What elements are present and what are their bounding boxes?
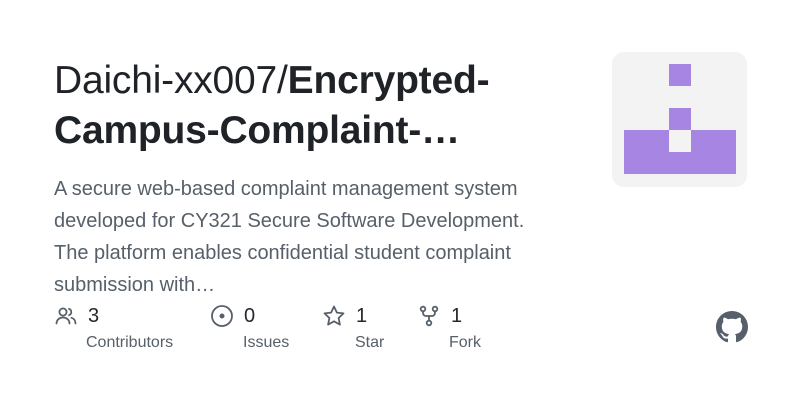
forks-label: Fork: [449, 334, 481, 351]
repo-owner[interactable]: Daichi-xx007/: [54, 59, 288, 102]
issue-opened-icon: [210, 304, 234, 328]
people-icon: [54, 304, 78, 328]
stars-count: 1: [356, 304, 368, 327]
stat-contributors[interactable]: 3 Contributors: [54, 300, 173, 351]
repo-description: A secure web-based complaint management …: [54, 178, 525, 296]
github-logo-icon[interactable]: [716, 311, 748, 343]
stat-issues[interactable]: 0 Issues: [210, 300, 289, 351]
contributors-count: 3: [88, 304, 100, 327]
star-icon: [322, 304, 346, 328]
repo-social-card: Daichi-xx007/Encrypted-Campus-Complaint-…: [0, 0, 800, 400]
contributors-label: Contributors: [86, 334, 174, 351]
identicon-image: [612, 52, 747, 187]
repo-stats: 3 Contributors 0 Issues 1 Star 1 Fork: [0, 300, 800, 360]
issues-label: Issues: [243, 334, 290, 351]
issues-count: 0: [244, 304, 256, 327]
stat-stars[interactable]: 1 Star: [322, 300, 384, 351]
owner-avatar[interactable]: [612, 52, 747, 187]
stat-forks[interactable]: 1 Fork: [417, 300, 481, 351]
forks-count: 1: [451, 304, 463, 327]
repo-title[interactable]: Daichi-xx007/Encrypted-Campus-Complaint-…: [54, 56, 574, 156]
stars-label: Star: [355, 334, 385, 351]
repo-forked-icon: [417, 304, 441, 328]
